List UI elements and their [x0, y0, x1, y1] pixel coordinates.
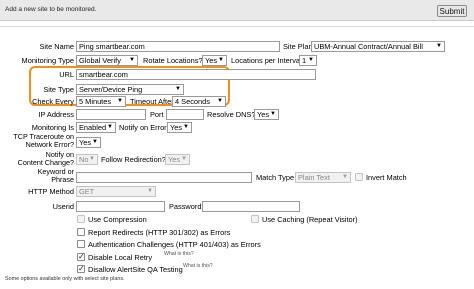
resolve-dns-label: Resolve DNS? [207, 110, 256, 119]
chevron-down-icon: ▼ [342, 174, 348, 180]
resolve-dns-value: Yes [257, 110, 270, 119]
chevron-down-icon: ▼ [183, 124, 189, 130]
timeout-after-value: 4 Seconds [175, 97, 210, 106]
keyword-field[interactable] [76, 172, 252, 183]
url-field[interactable]: smartbear.com [76, 69, 316, 80]
password-field[interactable] [202, 201, 300, 212]
resolve-dns-select[interactable]: Yes ▼ [254, 109, 279, 120]
chevron-down-icon: ▼ [92, 139, 98, 145]
chevron-down-icon: ▼ [436, 43, 442, 49]
chevron-down-icon: ▼ [217, 98, 223, 104]
disable-local-retry-help-link[interactable]: What is this? [164, 251, 194, 257]
follow-redirection-select[interactable]: Yes ▼ [165, 154, 190, 165]
timeout-after-label: Timeout After [130, 97, 174, 106]
check-every-label: Check Every [32, 97, 74, 106]
auth-challenges-label: Authentication Challenges (HTTP 401/403)… [88, 240, 261, 249]
divider [0, 26, 474, 27]
disallow-qa-testing-label: Disallow AlertSite QA Testing [88, 265, 183, 274]
ip-address-label: IP Address [38, 110, 74, 119]
chevron-down-icon: ▼ [129, 57, 135, 63]
invert-match-label: Invert Match [366, 173, 407, 182]
site-plan-value: UBM-Annual Contract/Annual Bill [314, 42, 423, 51]
page-title: Add a new site to be monitored. [5, 6, 97, 13]
top-bar: Add a new site to be monitored. Submit [0, 0, 474, 21]
site-name-field[interactable]: Ping smartbear.com [76, 41, 280, 52]
ip-address-field[interactable] [76, 109, 146, 120]
port-label: Port [150, 110, 164, 119]
site-type-select[interactable]: Server/Device Ping ▼ [76, 84, 184, 95]
monitoring-is-select[interactable]: Enabled ▼ [76, 122, 116, 133]
tcp-traceroute-select[interactable]: Yes ▼ [76, 137, 101, 148]
use-caching-label: Use Caching (Repeat Visitor) [262, 215, 358, 224]
monitoring-type-label: Monitoring Type [21, 56, 74, 65]
chevron-down-icon: ▼ [107, 124, 113, 130]
match-type-select[interactable]: Plain Text ▼ [295, 172, 351, 183]
use-compression-checkbox[interactable] [77, 215, 85, 223]
locations-per-interval-value: 1 [302, 56, 307, 65]
site-plan-label: Site Plan [283, 42, 313, 51]
port-field[interactable] [166, 109, 204, 120]
notify-on-error-select[interactable]: Yes ▼ [167, 122, 192, 133]
rotate-locations-label: Rotate Locations? [143, 56, 203, 65]
notify-on-error-value: Yes [170, 123, 183, 132]
match-type-label: Match Type [256, 173, 295, 182]
disallow-qa-testing-help-link[interactable]: What is this? [183, 263, 213, 269]
disallow-qa-testing-checkbox[interactable] [77, 264, 85, 274]
footer-note: Some options available only with select … [5, 276, 125, 282]
chevron-down-icon: ▼ [181, 156, 187, 162]
tcp-traceroute-label-line2: Network Error? [25, 140, 74, 149]
use-compression-label: Use Compression [88, 215, 147, 224]
http-method-label: HTTP Method [28, 187, 74, 196]
auth-challenges-checkbox[interactable] [77, 240, 85, 248]
check-every-value: 5 Minutes [79, 97, 112, 106]
check-every-select[interactable]: 5 Minutes ▼ [76, 96, 126, 107]
notify-content-change-select[interactable]: No ▼ [76, 154, 98, 165]
http-method-select[interactable]: GET ▼ [76, 186, 156, 197]
chevron-down-icon: ▼ [270, 111, 276, 117]
chevron-down-icon: ▼ [117, 98, 123, 104]
http-method-value: GET [79, 187, 95, 196]
submit-button[interactable]: Submit [437, 5, 467, 17]
rotate-locations-value: Yes [205, 56, 218, 65]
chevron-down-icon: ▼ [147, 188, 153, 194]
rotate-locations-select[interactable]: Yes ▼ [202, 55, 227, 66]
site-type-label: Site Type [43, 85, 74, 94]
locations-per-interval-select[interactable]: 1 ▼ [299, 55, 317, 66]
notify-content-change-value: No [79, 155, 89, 164]
monitoring-is-label: Monitoring Is [31, 123, 74, 132]
invert-match-checkbox[interactable] [355, 173, 363, 181]
site-plan-select[interactable]: UBM-Annual Contract/Annual Bill ▼ [311, 41, 445, 52]
chevron-down-icon: ▼ [89, 156, 95, 162]
chevron-down-icon: ▼ [175, 86, 181, 92]
site-name-label: Site Name [39, 42, 74, 51]
follow-redirection-value: Yes [168, 155, 181, 164]
site-type-value: Server/Device Ping [79, 85, 143, 94]
disable-local-retry-checkbox[interactable] [77, 252, 85, 262]
timeout-after-select[interactable]: 4 Seconds ▼ [172, 96, 226, 107]
follow-redirection-label: Follow Redirection? [101, 155, 166, 164]
monitoring-type-value: Global Verify [79, 56, 121, 65]
chevron-down-icon: ▼ [308, 57, 314, 63]
report-redirects-checkbox[interactable] [77, 228, 85, 236]
match-type-value: Plain Text [298, 173, 330, 182]
url-label: URL [59, 70, 74, 79]
locations-per-interval-label: Locations per Interval [231, 56, 302, 65]
chevron-down-icon: ▼ [218, 57, 224, 63]
notify-content-change-label-line2: Content Change? [17, 158, 74, 167]
report-redirects-label: Report Redirects (HTTP 301/302) as Error… [88, 228, 231, 237]
use-caching-checkbox[interactable] [251, 215, 259, 223]
keyword-label-line2: Phrase [51, 175, 74, 184]
monitoring-type-select[interactable]: Global Verify ▼ [76, 55, 138, 66]
userid-label: Userid [52, 202, 74, 211]
notify-on-error-label: Notify on Error? [119, 123, 171, 132]
userid-field[interactable] [76, 201, 165, 212]
password-label: Password [169, 202, 202, 211]
monitoring-is-value: Enabled [79, 123, 107, 132]
tcp-traceroute-value: Yes [79, 138, 92, 147]
disable-local-retry-label: Disable Local Retry [88, 253, 153, 262]
